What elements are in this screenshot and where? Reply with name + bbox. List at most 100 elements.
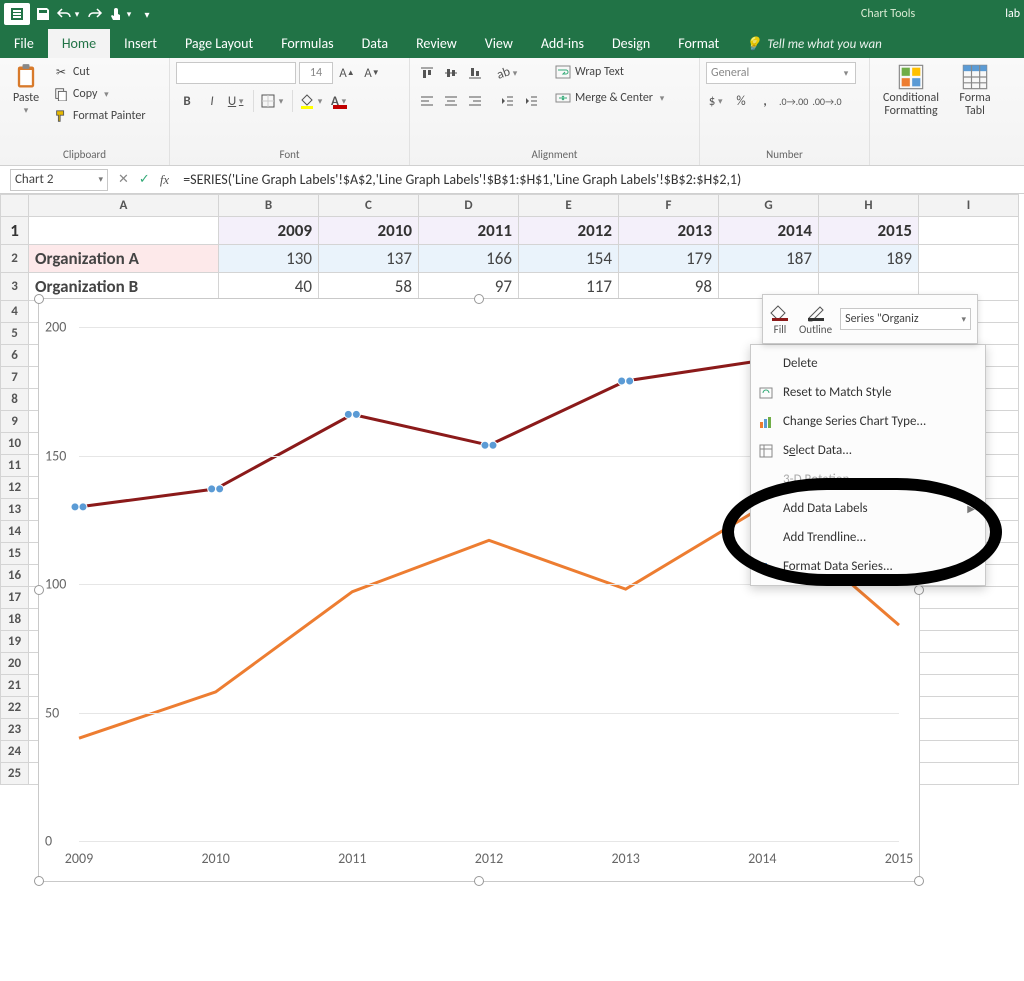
tab-design[interactable]: Design: [598, 29, 664, 58]
cell[interactable]: Organization B: [29, 273, 219, 301]
cell[interactable]: Organization A: [29, 245, 219, 273]
resize-handle[interactable]: [474, 294, 484, 304]
cut-button[interactable]: ✂Cut: [50, 62, 149, 82]
resize-handle[interactable]: [914, 585, 924, 595]
row-header[interactable]: 3: [1, 273, 29, 301]
align-bottom-icon[interactable]: [464, 62, 486, 84]
redo-icon[interactable]: [82, 2, 108, 26]
tab-review[interactable]: Review: [402, 29, 471, 58]
resize-handle[interactable]: [34, 876, 44, 886]
decrease-indent-icon[interactable]: [496, 90, 518, 112]
ribbon-tabs: File Home Insert Page Layout Formulas Da…: [0, 28, 1024, 58]
series-selector[interactable]: Series "Organiz▾: [840, 308, 971, 330]
decrease-decimal-button[interactable]: .00→.0: [811, 90, 842, 112]
ctx-delete[interactable]: Delete: [751, 349, 985, 378]
align-right-icon[interactable]: [464, 90, 486, 112]
col-header[interactable]: B: [219, 195, 319, 217]
tab-addins[interactable]: Add-ins: [527, 29, 598, 58]
orientation-button[interactable]: ab▾: [496, 62, 521, 84]
align-top-icon[interactable]: [416, 62, 438, 84]
conditional-formatting-label: Conditional Formatting: [883, 92, 939, 118]
bold-button[interactable]: B: [176, 90, 198, 112]
select-all-corner[interactable]: [1, 195, 29, 217]
formula-input[interactable]: =SERIES('Line Graph Labels'!$A$2,'Line G…: [175, 171, 1024, 188]
merge-center-button[interactable]: Merge & Center▾: [552, 88, 670, 108]
ctx-change-chart-type[interactable]: Change Series Chart Type...: [751, 407, 985, 436]
decrease-font-icon[interactable]: A▼: [361, 62, 383, 84]
ctx-add-trendline[interactable]: Add Trendline...: [751, 523, 985, 552]
fill-color-button[interactable]: ▾: [298, 90, 326, 112]
number-format-value: General: [711, 66, 749, 80]
tab-pagelayout[interactable]: Page Layout: [171, 29, 267, 58]
col-header[interactable]: H: [819, 195, 919, 217]
comma-format-button[interactable]: ,: [754, 90, 776, 112]
tab-formulas[interactable]: Formulas: [267, 29, 347, 58]
increase-decimal-button[interactable]: .0→.00: [778, 90, 809, 112]
tab-file[interactable]: File: [0, 29, 48, 58]
paste-button[interactable]: Paste ▾: [6, 62, 46, 116]
format-as-table-button[interactable]: Forma Tabl: [950, 62, 1000, 118]
row-header[interactable]: 1: [1, 217, 29, 245]
document-filename: lab: [1005, 7, 1020, 21]
font-size-selector[interactable]: [299, 62, 333, 84]
x-axis-tick: 2015: [885, 850, 913, 867]
number-format-selector[interactable]: General▾: [706, 62, 856, 84]
app-icon: [4, 2, 30, 26]
group-alignment-label: Alignment: [410, 146, 699, 165]
col-header[interactable]: G: [719, 195, 819, 217]
align-left-icon[interactable]: [416, 90, 438, 112]
tab-view[interactable]: View: [471, 29, 527, 58]
col-header[interactable]: A: [29, 195, 219, 217]
increase-font-icon[interactable]: A▲: [336, 62, 358, 84]
underline-button[interactable]: U▾: [226, 90, 248, 112]
resize-handle[interactable]: [914, 876, 924, 886]
paste-label: Paste: [13, 92, 39, 105]
col-header[interactable]: F: [619, 195, 719, 217]
font-name-selector[interactable]: [176, 62, 296, 84]
format-painter-button[interactable]: Format Painter: [50, 106, 149, 126]
percent-format-button[interactable]: %: [730, 90, 752, 112]
cancel-formula-icon[interactable]: ✕: [118, 172, 129, 187]
tab-home[interactable]: Home: [48, 29, 110, 58]
tell-me-search[interactable]: 💡 Tell me what you wan: [733, 31, 894, 58]
ctx-select-data[interactable]: Select Data...: [751, 436, 985, 465]
ctx-reset-style[interactable]: Reset to Match Style: [751, 378, 985, 407]
ctx-format-data-series[interactable]: Format Data Series...: [751, 552, 985, 581]
conditional-formatting-button[interactable]: Conditional Formatting: [876, 62, 946, 118]
font-color-button[interactable]: A▾: [329, 90, 351, 112]
row-header[interactable]: 2: [1, 245, 29, 273]
borders-button[interactable]: ▾: [259, 90, 287, 112]
touch-mode-icon[interactable]: ▾: [108, 2, 134, 26]
resize-handle[interactable]: [34, 585, 44, 595]
tab-data[interactable]: Data: [348, 29, 402, 58]
fx-icon[interactable]: fx: [160, 172, 169, 188]
increase-indent-icon[interactable]: [520, 90, 542, 112]
worksheet-area: A B C D E F G H I 1 2009 2010 2011 2012 …: [0, 194, 1024, 981]
align-center-icon[interactable]: [440, 90, 462, 112]
accounting-format-button[interactable]: $▾: [706, 90, 728, 112]
copy-button[interactable]: Copy▾: [50, 84, 149, 104]
col-header[interactable]: C: [319, 195, 419, 217]
tab-insert[interactable]: Insert: [110, 29, 171, 58]
tab-format[interactable]: Format: [664, 29, 733, 58]
ctx-add-data-labels[interactable]: Add Data Labels▶: [751, 494, 985, 523]
col-header[interactable]: E: [519, 195, 619, 217]
undo-icon[interactable]: ▾: [56, 2, 82, 26]
qat-customize-icon[interactable]: ▾: [134, 2, 160, 26]
resize-handle[interactable]: [474, 876, 484, 886]
series-selector-value: Series "Organiz: [845, 312, 919, 326]
x-axis-tick: 2012: [475, 850, 503, 867]
col-header[interactable]: D: [419, 195, 519, 217]
resize-handle[interactable]: [34, 294, 44, 304]
conditional-formatting-icon: [896, 62, 926, 92]
col-header[interactable]: I: [919, 195, 1019, 217]
save-icon[interactable]: [30, 2, 56, 26]
fill-button[interactable]: Fill: [769, 303, 791, 336]
wrap-text-button[interactable]: Wrap Text: [552, 62, 670, 82]
accept-formula-icon[interactable]: ✓: [139, 172, 150, 187]
name-box[interactable]: Chart 2▾: [10, 169, 108, 191]
align-middle-icon[interactable]: [440, 62, 462, 84]
italic-button[interactable]: I: [201, 90, 223, 112]
outline-button[interactable]: Outline: [799, 303, 832, 336]
y-axis-tick: 0: [45, 833, 52, 850]
